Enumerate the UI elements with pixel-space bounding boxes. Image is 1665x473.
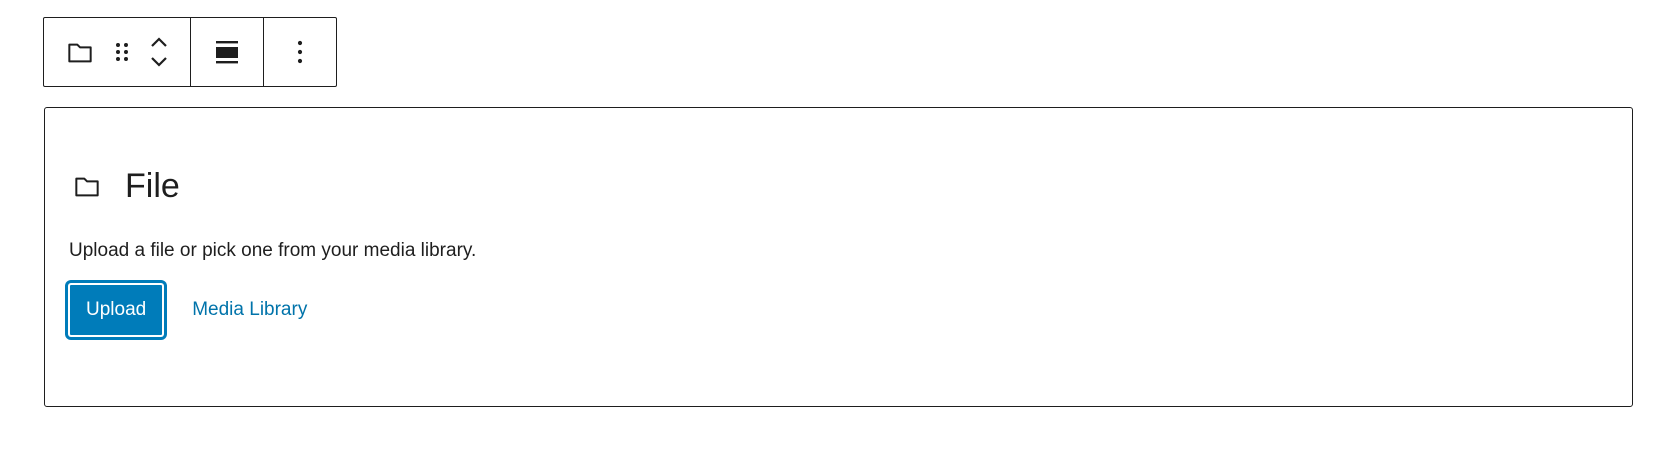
drag-handle-button[interactable] bbox=[110, 36, 134, 68]
folder-icon bbox=[75, 177, 99, 197]
more-vertical-icon bbox=[297, 40, 303, 64]
align-button[interactable] bbox=[214, 38, 240, 66]
placeholder-actions: Upload Media Library bbox=[68, 283, 307, 337]
block-toolbar bbox=[43, 17, 337, 87]
move-up-button[interactable] bbox=[148, 35, 170, 49]
block-mover bbox=[148, 35, 170, 69]
chevron-down-icon bbox=[151, 57, 167, 67]
block-toolbar-group-align bbox=[190, 18, 263, 86]
placeholder-title: File bbox=[71, 166, 180, 206]
block-type-button[interactable] bbox=[64, 36, 96, 68]
placeholder-instructions: Upload a file or pick one from your medi… bbox=[69, 240, 477, 261]
move-down-button[interactable] bbox=[148, 55, 170, 69]
block-toolbar-group-main bbox=[44, 18, 190, 86]
placeholder-title-text: File bbox=[125, 167, 180, 205]
upload-button[interactable]: Upload bbox=[68, 283, 165, 337]
chevron-up-icon bbox=[151, 37, 167, 47]
media-library-button[interactable]: Media Library bbox=[192, 299, 307, 321]
more-options-button[interactable] bbox=[296, 38, 304, 66]
align-wide-icon bbox=[216, 41, 238, 64]
file-block-placeholder: File Upload a file or pick one from your… bbox=[44, 107, 1633, 407]
block-toolbar-group-options bbox=[263, 18, 336, 86]
drag-handle-icon bbox=[116, 43, 128, 61]
folder-icon bbox=[68, 43, 92, 63]
